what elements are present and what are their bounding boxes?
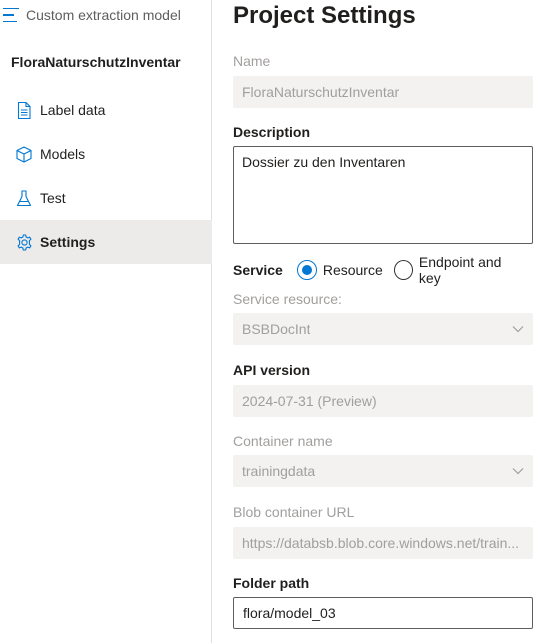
radio-circle <box>393 260 413 280</box>
blob-url-value: https://databsb.blob.core.windows.net/tr… <box>242 535 520 551</box>
description-textarea[interactable]: Dossier zu den Inventaren <box>233 146 533 244</box>
blob-url-label: Blob container URL <box>233 504 355 520</box>
container-name-label: Container name <box>233 433 333 449</box>
name-value: FloraNaturschutzInventar <box>242 84 400 100</box>
sidebar-item-test[interactable]: Test <box>0 176 212 220</box>
description-label: Description <box>233 124 311 140</box>
sidebar-item-settings[interactable]: Settings <box>0 220 212 264</box>
chevron-down-icon <box>512 465 524 477</box>
sidebar-nav: Label data Models Test Settings <box>0 88 212 264</box>
page-title: Project Settings <box>233 2 416 29</box>
sidebar-item-label: Test <box>40 190 66 206</box>
radio-resource[interactable]: Resource <box>296 260 383 280</box>
app-title: Custom extraction model <box>26 7 181 23</box>
flask-icon <box>15 189 33 207</box>
radio-endpoint-and-key[interactable]: Endpoint and key <box>393 254 522 286</box>
blob-url-field: https://databsb.blob.core.windows.net/tr… <box>233 527 533 559</box>
api-version-value: 2024-07-31 (Preview) <box>242 393 377 409</box>
document-icon <box>15 101 33 119</box>
gear-icon <box>15 233 33 251</box>
sidebar-item-label: Label data <box>40 102 106 118</box>
project-name: FloraNaturschutzInventar <box>11 54 181 70</box>
folder-path-value: flora/model_03 <box>243 605 336 621</box>
container-name-dropdown: trainingdata <box>233 455 533 487</box>
sidebar: Custom extraction model FloraNaturschutz… <box>0 0 212 643</box>
sidebar-item-label-data[interactable]: Label data <box>0 88 212 132</box>
sidebar-item-label: Settings <box>40 234 96 250</box>
api-version-field: 2024-07-31 (Preview) <box>233 385 533 417</box>
radio-circle <box>296 260 317 280</box>
radio-label: Resource <box>322 262 383 278</box>
service-resource-label: Service resource: <box>233 291 342 307</box>
service-radio-group: Service Resource Endpoint and key <box>233 254 533 286</box>
api-version-label: API version <box>233 362 311 378</box>
folder-path-input[interactable]: flora/model_03 <box>233 597 533 629</box>
app-header: Custom extraction model <box>0 0 212 30</box>
service-resource-value: BSBDocInt <box>242 321 311 337</box>
sidebar-item-label: Models <box>40 146 86 162</box>
name-label: Name <box>233 53 271 69</box>
folder-path-label: Folder path <box>233 575 310 591</box>
service-label: Service <box>233 262 283 278</box>
name-field: FloraNaturschutzInventar <box>233 76 533 108</box>
hamburger-menu-icon[interactable] <box>3 8 19 22</box>
radio-label: Endpoint and key <box>418 254 502 286</box>
sidebar-item-models[interactable]: Models <box>0 132 212 176</box>
chevron-down-icon <box>512 323 524 335</box>
container-name-value: trainingdata <box>242 463 316 479</box>
service-resource-dropdown: BSBDocInt <box>233 313 533 345</box>
cube-icon <box>15 145 33 163</box>
